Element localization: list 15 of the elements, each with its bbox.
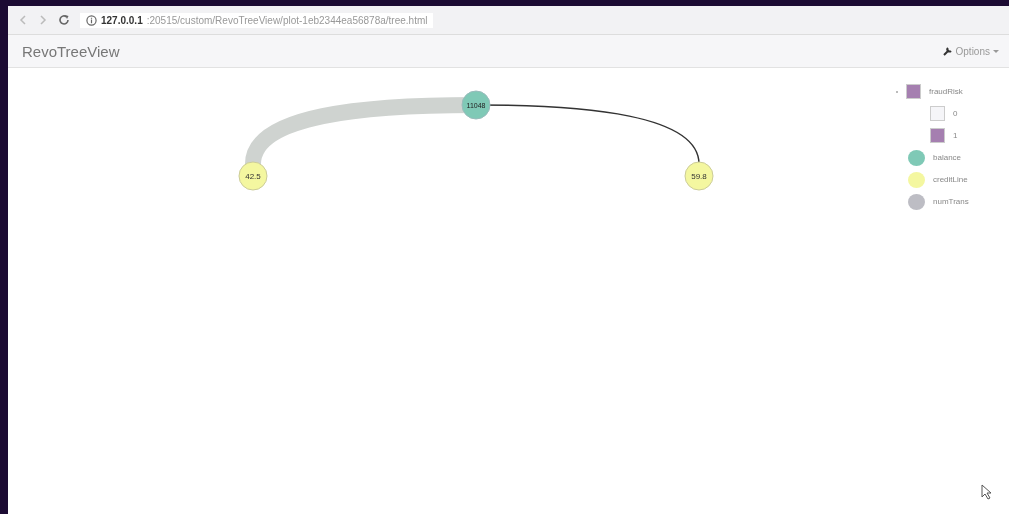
tree-node[interactable]: 42.5	[238, 161, 268, 191]
app-title: RevoTreeView	[22, 42, 120, 60]
reload-icon[interactable]	[58, 14, 70, 26]
tree-node[interactable]: 59.8	[684, 161, 714, 191]
legend-label: 0	[953, 109, 959, 118]
caret-icon	[993, 49, 999, 53]
legend-label: 1	[953, 131, 959, 140]
legend-label: numTrans	[933, 197, 970, 206]
info-icon[interactable]	[86, 14, 97, 26]
cursor-icon	[981, 484, 993, 500]
wrench-icon	[942, 46, 953, 56]
legend-label: fraudRisk	[929, 87, 964, 96]
address-field[interactable]: 127.0.0.1 :20515/custom/RevoTreeView/plot-1eb2344ea56878a/tree.html	[80, 12, 434, 28]
legend-label: balance	[933, 153, 963, 162]
legend-label: creditLine	[933, 175, 969, 184]
